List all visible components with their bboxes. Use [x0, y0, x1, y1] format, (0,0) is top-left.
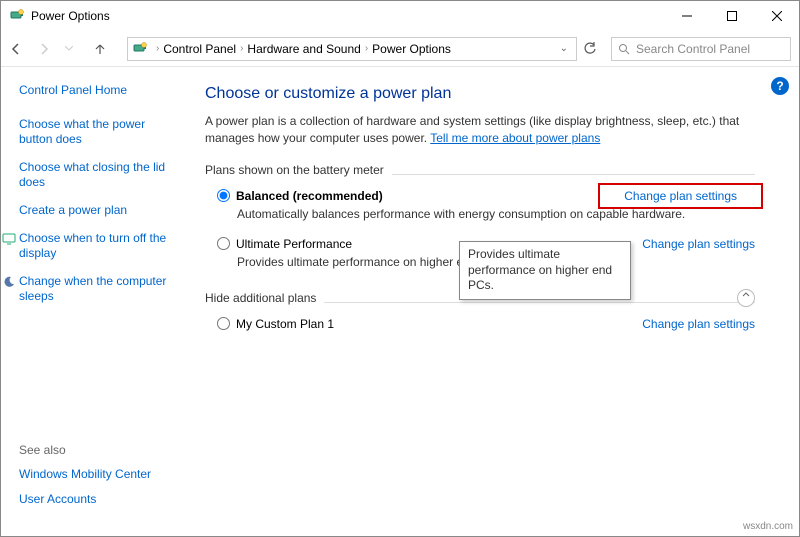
- see-also-heading: See also: [19, 443, 151, 457]
- sidebar-link-computer-sleeps[interactable]: Change when the computer sleeps: [19, 274, 181, 305]
- minimize-button[interactable]: [664, 1, 709, 31]
- refresh-button[interactable]: [583, 42, 611, 56]
- see-also-mobility-center[interactable]: Windows Mobility Center: [19, 467, 151, 483]
- change-plan-settings-ultimate[interactable]: Change plan settings: [642, 237, 755, 251]
- navbar: › Control Panel › Hardware and Sound › P…: [1, 31, 799, 67]
- plan-balanced: Balanced (recommended) Automatically bal…: [217, 189, 755, 221]
- display-icon: [1, 231, 17, 247]
- close-button[interactable]: [754, 1, 799, 31]
- back-button[interactable]: [9, 42, 37, 56]
- maximize-button[interactable]: [709, 1, 754, 31]
- change-plan-settings-balanced[interactable]: Change plan settings: [598, 183, 763, 209]
- power-options-icon: [132, 41, 148, 57]
- change-plan-settings-custom[interactable]: Change plan settings: [642, 317, 755, 331]
- breadcrumb-item[interactable]: Control Panel: [163, 42, 236, 56]
- page-description: A power plan is a collection of hardware…: [205, 113, 755, 147]
- window-controls: [664, 1, 799, 31]
- breadcrumb-item[interactable]: Power Options: [372, 42, 451, 56]
- watermark: wsxdn.com: [743, 521, 793, 532]
- page-heading: Choose or customize a power plan: [205, 85, 755, 103]
- sleep-icon: [1, 274, 17, 290]
- search-icon: [618, 43, 630, 55]
- plan-custom-radio[interactable]: [217, 317, 230, 330]
- address-bar[interactable]: › Control Panel › Hardware and Sound › P…: [127, 37, 577, 61]
- plan-custom: My Custom Plan 1 Change plan settings: [217, 317, 755, 331]
- chevron-right-icon[interactable]: ›: [240, 43, 243, 54]
- collapse-icon[interactable]: [737, 289, 755, 307]
- up-button[interactable]: [93, 42, 121, 56]
- sidebar: Control Panel Home Choose what the power…: [1, 67, 191, 536]
- sidebar-link-turn-off-display[interactable]: Choose when to turn off the display: [19, 231, 181, 262]
- search-box[interactable]: Search Control Panel: [611, 37, 791, 61]
- plan-ultimate-label[interactable]: Ultimate Performance: [236, 237, 352, 251]
- learn-more-link[interactable]: Tell me more about power plans: [430, 131, 600, 145]
- forward-button[interactable]: [37, 42, 65, 56]
- plan-custom-label[interactable]: My Custom Plan 1: [236, 317, 334, 331]
- chevron-right-icon[interactable]: ›: [156, 43, 159, 54]
- tooltip: Provides ultimate performance on higher …: [459, 241, 631, 300]
- control-panel-home-link[interactable]: Control Panel Home: [19, 83, 181, 99]
- window-title: Power Options: [31, 9, 664, 23]
- titlebar: Power Options: [1, 1, 799, 31]
- recent-dropdown-icon[interactable]: [65, 46, 93, 51]
- main-panel: Choose or customize a power plan A power…: [191, 67, 799, 536]
- sidebar-link-create-plan[interactable]: Create a power plan: [19, 203, 181, 219]
- plan-balanced-label[interactable]: Balanced (recommended): [236, 189, 383, 203]
- see-also-section: See also Windows Mobility Center User Ac…: [19, 443, 151, 518]
- see-also-user-accounts[interactable]: User Accounts: [19, 492, 151, 508]
- breadcrumb-item[interactable]: Hardware and Sound: [247, 42, 360, 56]
- address-dropdown-icon[interactable]: ⌄: [556, 43, 572, 54]
- section-battery-plans: Plans shown on the battery meter: [205, 163, 755, 179]
- power-options-icon: [9, 8, 25, 24]
- sidebar-link-closing-lid[interactable]: Choose what closing the lid does: [19, 160, 181, 191]
- search-placeholder: Search Control Panel: [636, 42, 750, 56]
- plan-balanced-desc: Automatically balances performance with …: [237, 207, 755, 221]
- content-area: Control Panel Home Choose what the power…: [1, 67, 799, 536]
- plan-ultimate-radio[interactable]: [217, 237, 230, 250]
- plan-balanced-radio[interactable]: [217, 189, 230, 202]
- chevron-right-icon[interactable]: ›: [365, 43, 368, 54]
- sidebar-link-power-button[interactable]: Choose what the power button does: [19, 117, 181, 148]
